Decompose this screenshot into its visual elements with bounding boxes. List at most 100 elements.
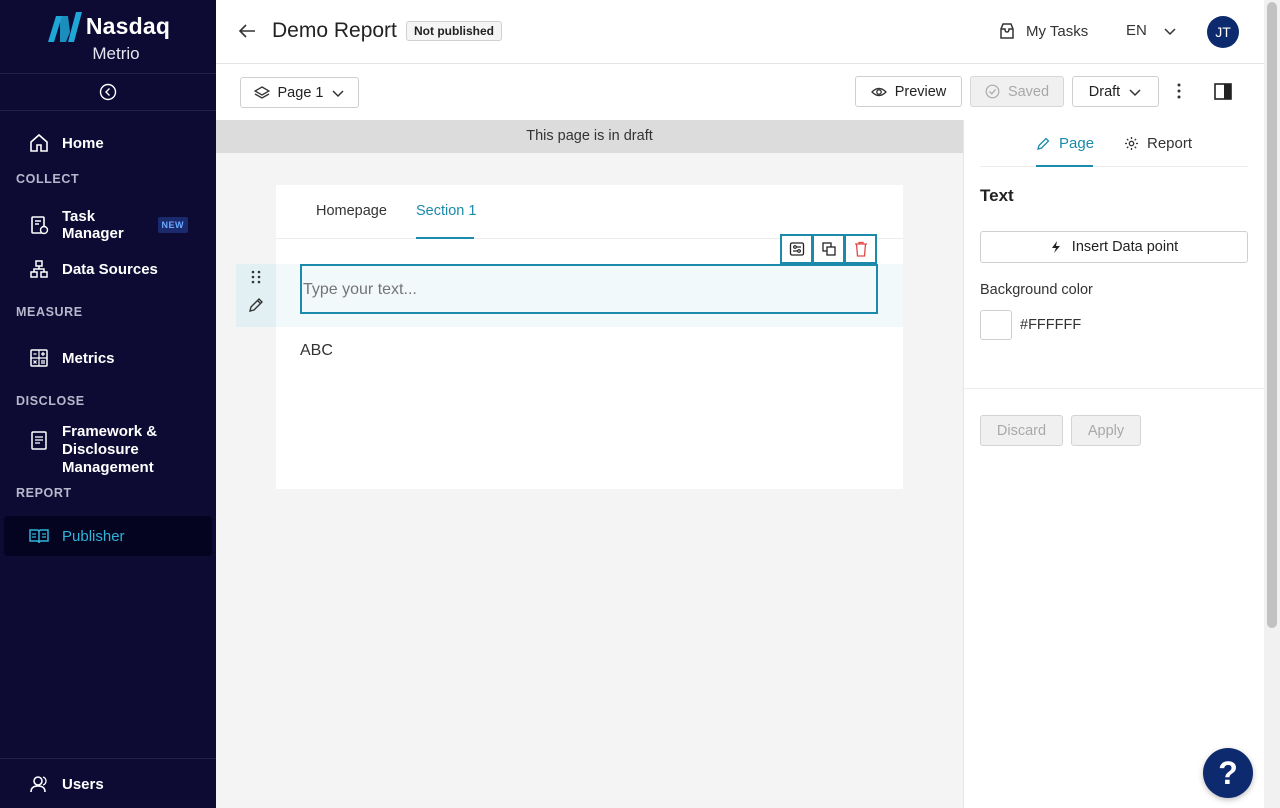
block-toolbar bbox=[780, 234, 877, 264]
tab-report[interactable]: Report bbox=[1124, 135, 1192, 152]
trash-icon bbox=[854, 241, 867, 257]
tab-section-1[interactable]: Section 1 bbox=[416, 203, 476, 219]
tab-homepage[interactable]: Homepage bbox=[316, 203, 387, 219]
panel-tabs: Page Report bbox=[980, 120, 1248, 167]
section-tabs: Homepage Section 1 bbox=[276, 185, 903, 239]
home-icon bbox=[28, 132, 50, 154]
calculator-icon bbox=[28, 347, 50, 369]
tab-page-label: Page bbox=[1059, 135, 1095, 152]
discard-button[interactable]: Discard bbox=[980, 415, 1063, 446]
panel-section-title: Text bbox=[980, 186, 1014, 205]
tab-page[interactable]: Page bbox=[1036, 135, 1094, 152]
collapse-sidebar-button[interactable] bbox=[0, 74, 216, 111]
my-tasks-button[interactable]: My Tasks bbox=[998, 22, 1088, 40]
language-value: EN bbox=[1126, 22, 1147, 39]
sidebar-item-data-sources[interactable]: Data Sources bbox=[0, 249, 216, 289]
editor-toolbar: Page 1 Preview Saved Draft bbox=[216, 64, 1264, 120]
divider bbox=[964, 388, 1265, 389]
sidebar-item-label: Home bbox=[62, 134, 104, 152]
page-title: Demo Report bbox=[272, 19, 397, 42]
lightning-icon bbox=[1051, 241, 1060, 253]
product-name: Metrio bbox=[92, 43, 140, 63]
new-badge: NEW bbox=[157, 217, 188, 233]
toggle-panel-icon[interactable] bbox=[1214, 83, 1232, 106]
language-select[interactable]: EN bbox=[1126, 22, 1177, 39]
inbox-icon bbox=[1000, 23, 1014, 39]
my-tasks-label: My Tasks bbox=[1026, 22, 1089, 40]
help-button[interactable]: ? bbox=[1203, 748, 1253, 798]
sidebar-item-metrics[interactable]: Metrics bbox=[0, 338, 216, 378]
sidebar-item-home[interactable]: Home bbox=[0, 123, 216, 163]
sidebar-item-publisher[interactable]: Publisher bbox=[4, 516, 212, 556]
framework-line-2: Disclosure bbox=[62, 441, 139, 458]
sidebar-item-users[interactable]: Users bbox=[0, 759, 216, 808]
block-handle bbox=[236, 264, 276, 327]
document-list-icon bbox=[28, 429, 50, 451]
text-block-content[interactable]: ABC bbox=[300, 342, 333, 360]
sidebar-item-task-manager[interactable]: Task Manager NEW bbox=[0, 205, 216, 245]
scrollbar[interactable] bbox=[1264, 0, 1280, 808]
status-badge: Not published bbox=[406, 21, 502, 41]
layers-icon bbox=[253, 85, 270, 99]
hierarchy-icon bbox=[28, 258, 50, 280]
active-tab-indicator bbox=[1036, 165, 1093, 167]
pencil-icon bbox=[1037, 137, 1050, 150]
gear-icon bbox=[1125, 137, 1138, 150]
sidebar-footer: Users bbox=[0, 758, 216, 808]
background-color-label: Background color bbox=[980, 282, 1093, 298]
text-block-input[interactable] bbox=[300, 264, 878, 314]
chevron-left-circle-icon bbox=[99, 83, 117, 101]
section-measure: MEASURE bbox=[16, 305, 83, 319]
saved-label: Saved bbox=[1007, 83, 1050, 100]
question-mark-icon: ? bbox=[1218, 754, 1238, 791]
logo[interactable]: Nasdaq Metrio bbox=[0, 0, 216, 74]
background-color-swatch[interactable] bbox=[980, 310, 1012, 340]
tab-report-label: Report bbox=[1147, 135, 1193, 152]
framework-line-3: Management bbox=[62, 459, 154, 476]
users-icon bbox=[28, 773, 50, 795]
background-color-value[interactable]: #FFFFFF bbox=[1020, 317, 1081, 333]
copy-icon bbox=[821, 242, 836, 256]
duplicate-block-button[interactable] bbox=[812, 234, 845, 264]
open-book-icon bbox=[28, 525, 50, 547]
saved-button[interactable]: Saved bbox=[970, 76, 1064, 107]
sidebar-item-label: Publisher bbox=[62, 527, 125, 545]
page-select[interactable]: Page 1 bbox=[240, 77, 359, 108]
insert-data-point-button[interactable]: Insert Data point bbox=[980, 231, 1248, 263]
page-canvas: Homepage Section 1 bbox=[276, 185, 903, 489]
section-collect: COLLECT bbox=[16, 172, 80, 186]
framework-line-1: Framework & bbox=[62, 423, 158, 440]
draft-notice: This page is in draft bbox=[216, 120, 963, 153]
sidebar-item-label: Users bbox=[62, 775, 104, 793]
sidebar-item-label: Data Sources bbox=[62, 260, 158, 278]
apply-button[interactable]: Apply bbox=[1071, 415, 1141, 446]
chevron-down-icon bbox=[1164, 27, 1176, 35]
sidebar-item-label: Task Manager bbox=[62, 208, 124, 242]
top-header: Demo Report Not published My Tasks EN JT bbox=[216, 0, 1264, 64]
insert-data-point-label: Insert Data point bbox=[1071, 239, 1179, 255]
section-disclose: DISCLOSE bbox=[16, 394, 85, 408]
scrollbar-thumb[interactable] bbox=[1267, 2, 1277, 628]
eye-icon bbox=[870, 87, 887, 96]
active-tab-indicator bbox=[416, 237, 474, 239]
sidebar-item-framework[interactable]: Framework & Disclosure Management bbox=[0, 421, 216, 479]
preview-button[interactable]: Preview bbox=[855, 76, 962, 107]
preview-label: Preview bbox=[894, 83, 947, 100]
brand-name: Nasdaq bbox=[85, 13, 171, 39]
pencil-edit-icon[interactable] bbox=[247, 296, 265, 319]
avatar[interactable]: JT bbox=[1207, 16, 1239, 48]
task-clipboard-icon bbox=[28, 214, 50, 236]
settings-sliders-icon bbox=[789, 242, 804, 256]
drag-handle-icon[interactable] bbox=[250, 270, 262, 289]
status-select-value: Draft bbox=[1088, 83, 1121, 100]
status-select[interactable]: Draft bbox=[1072, 76, 1159, 107]
properties-panel: Page Report Text Insert Data point Backg… bbox=[963, 120, 1265, 808]
block-settings-button[interactable] bbox=[780, 234, 813, 264]
sidebar: Nasdaq Metrio Home COLLECT Task Manager … bbox=[0, 0, 216, 808]
section-report: REPORT bbox=[16, 486, 72, 500]
delete-block-button[interactable] bbox=[844, 234, 877, 264]
nasdaq-logo-icon bbox=[47, 11, 82, 42]
back-arrow-icon[interactable] bbox=[236, 20, 258, 47]
more-options-icon[interactable] bbox=[1176, 82, 1182, 105]
check-circle-icon bbox=[985, 84, 1000, 99]
